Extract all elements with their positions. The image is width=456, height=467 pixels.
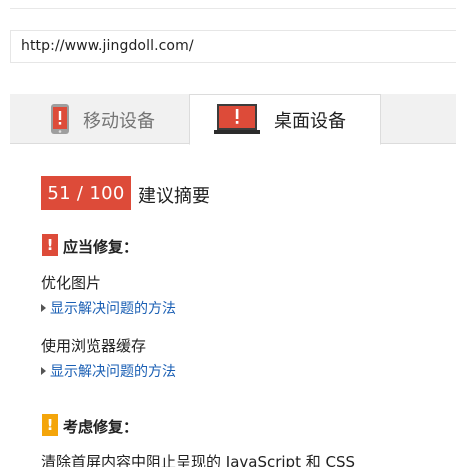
triangle-right-icon (41, 367, 46, 375)
issue-title: 使用浏览器缓存 (41, 337, 147, 355)
show-fix-link-label: 显示解决问题的方法 (50, 364, 176, 380)
issue-title: 优化图片 (41, 274, 102, 292)
show-fix-link-label: 显示解决问题的方法 (50, 301, 176, 317)
mobile-phone-icon (51, 104, 69, 134)
url-text: http://www.jingdoll.com/ (21, 38, 194, 54)
triangle-right-icon (41, 304, 46, 312)
top-divider (10, 8, 456, 9)
score-badge: 51 / 100 (41, 176, 131, 210)
warning-orange-icon: ! (42, 414, 58, 436)
desktop-monitor-icon (214, 104, 260, 134)
show-fix-link[interactable]: 显示解决问题的方法 (41, 298, 176, 318)
should-fix-title: 应当修复： (63, 238, 139, 256)
tab-desktop-label: 桌面设备 (274, 111, 346, 132)
summary-title: 建议摘要 (138, 186, 210, 207)
warning-red-icon: ! (42, 234, 58, 256)
show-fix-link[interactable]: 显示解决问题的方法 (41, 361, 176, 381)
url-input[interactable]: http://www.jingdoll.com/ (10, 30, 456, 63)
issue-title: 清除首屏内容中阻止呈现的 JavaScript 和 CSS (41, 453, 356, 467)
tab-mobile-label: 移动设备 (83, 111, 155, 132)
consider-fix-title: 考虑修复： (63, 418, 139, 436)
